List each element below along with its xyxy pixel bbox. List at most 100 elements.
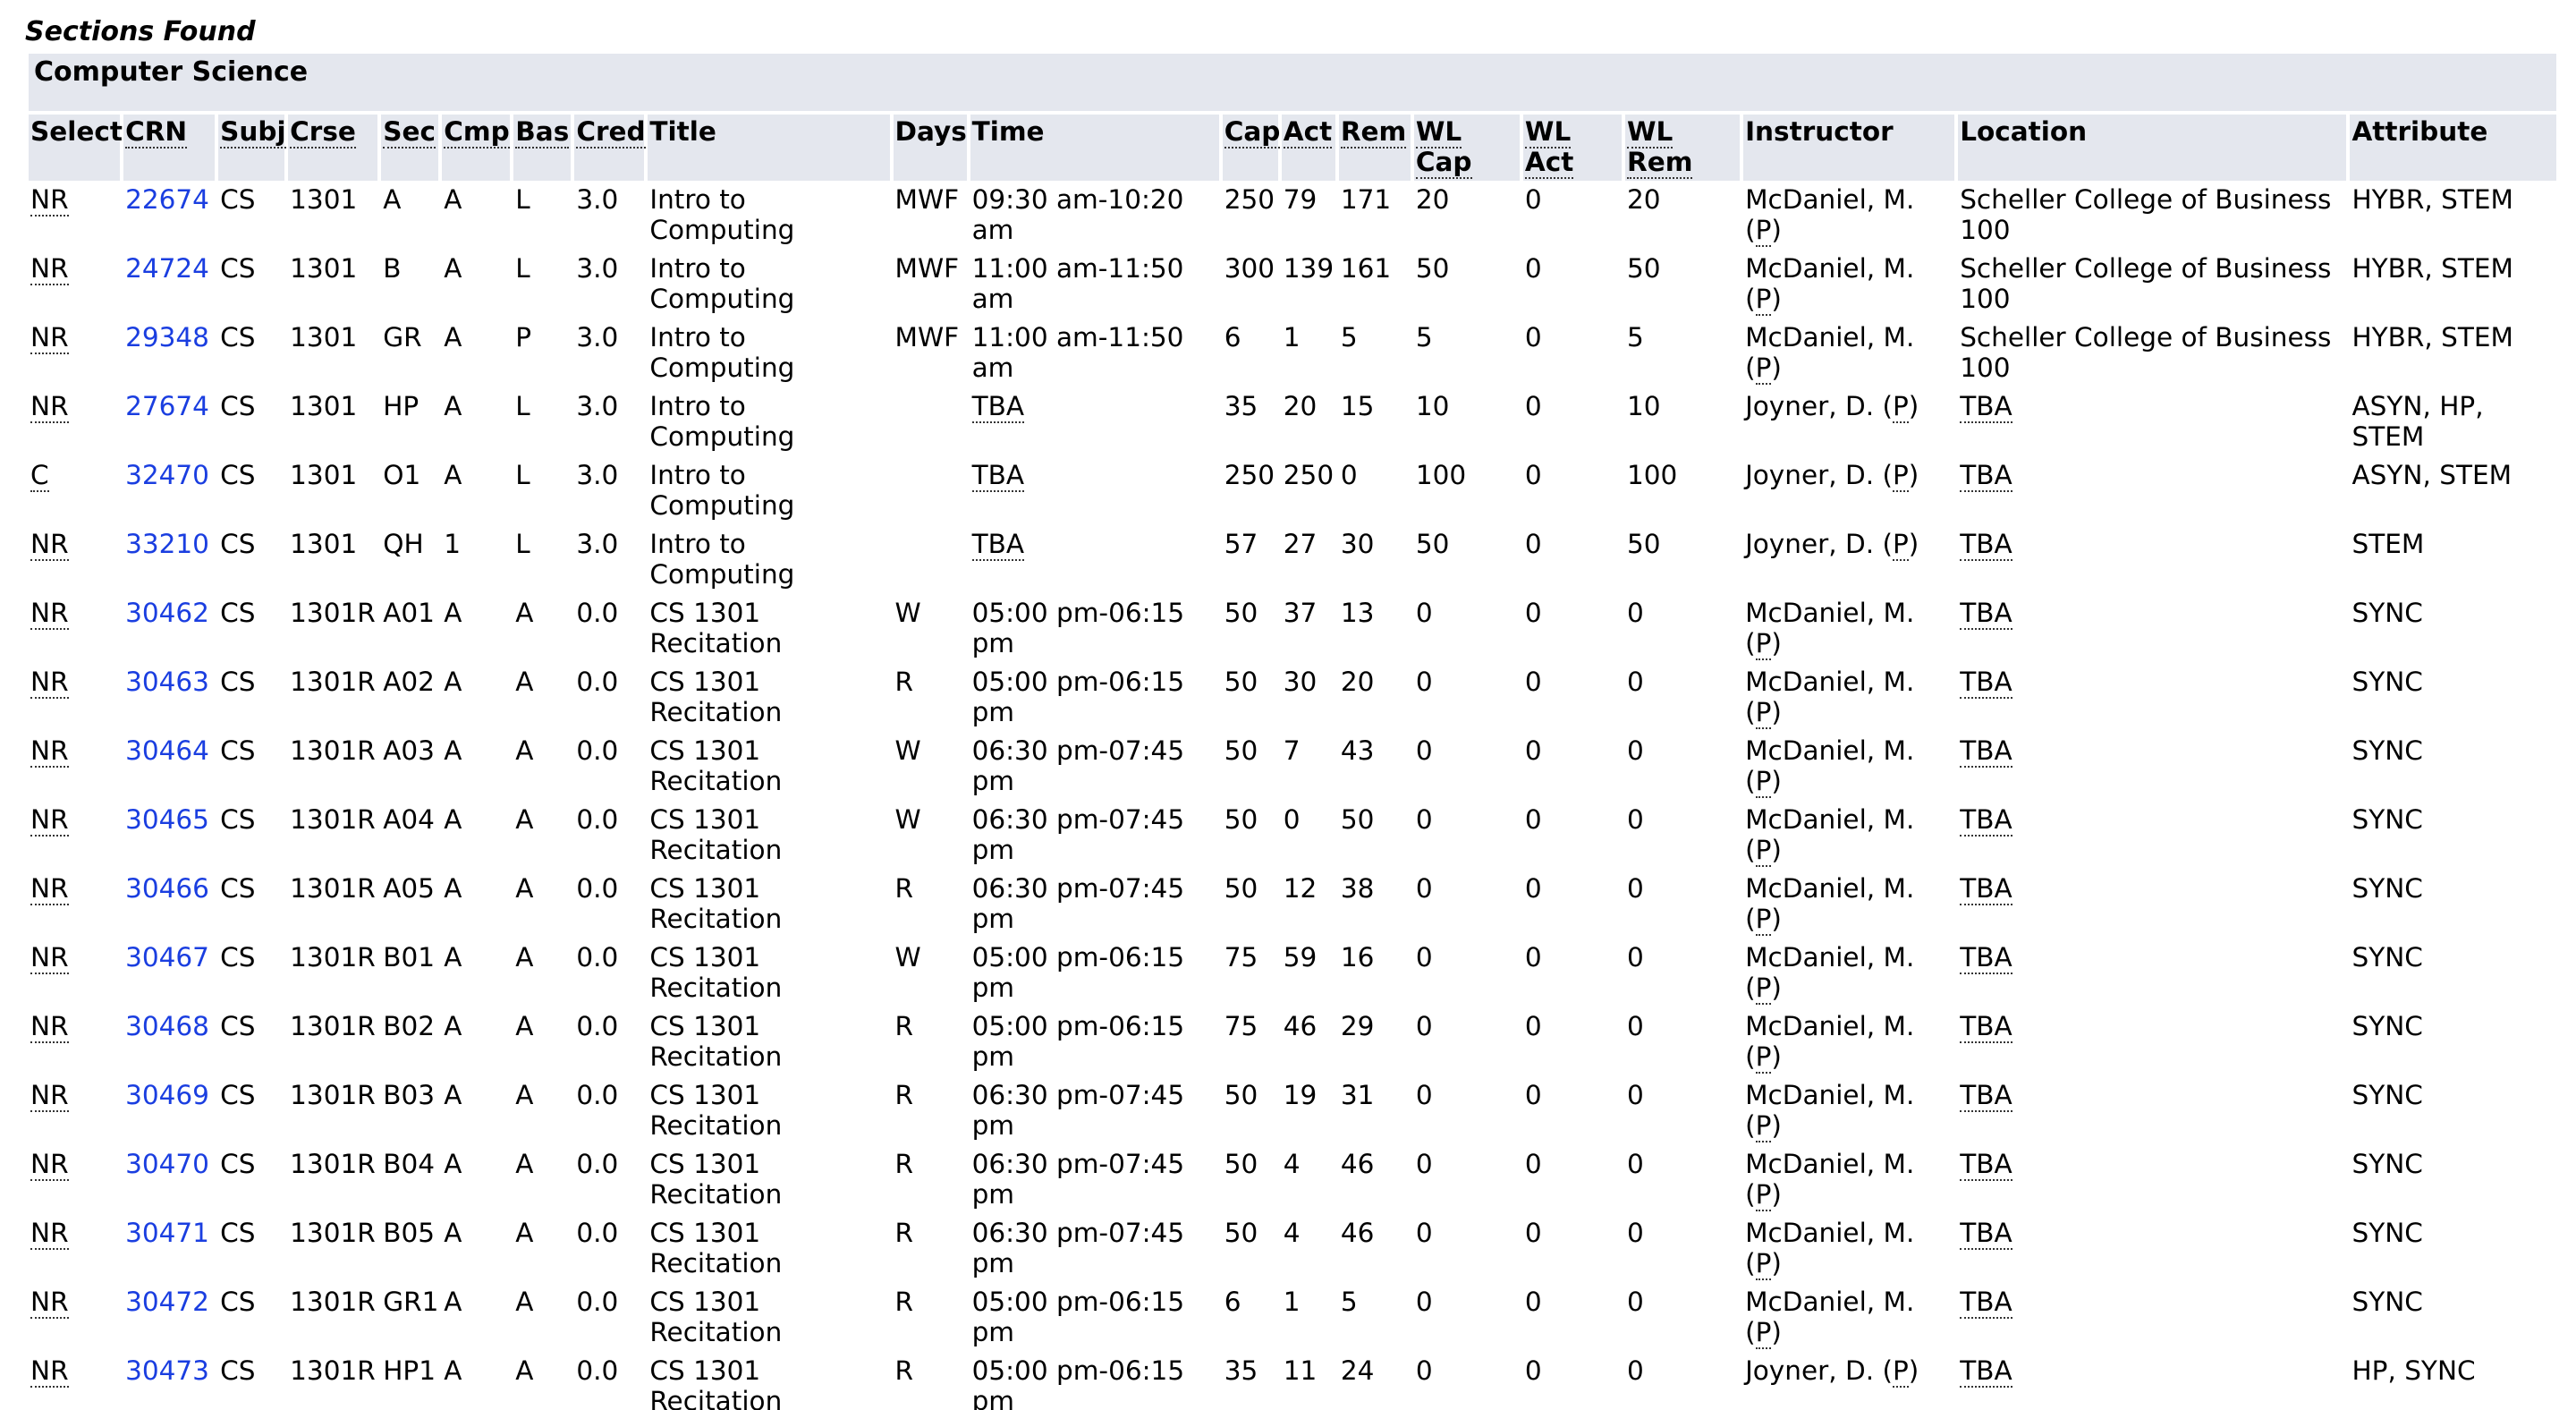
cell-instructor: McDaniel, M. (P) <box>1745 598 1915 660</box>
table-row: C 32470 CS 1301 O1 A L 3.0 Intro to Computing TBA… <box>29 460 2556 525</box>
cell-wl-act: 0 <box>1524 873 1542 904</box>
crn-link[interactable]: 30469 <box>125 1080 209 1110</box>
cell-wl-act: 0 <box>1524 735 1542 766</box>
primary-instructor-marker: P <box>1755 284 1772 316</box>
location-tba: TBA <box>1960 391 2012 423</box>
column-header-label: Cmp <box>444 116 510 149</box>
crn-link[interactable]: 33210 <box>125 529 209 559</box>
cell-crn: 30463 <box>123 667 215 732</box>
cell-crn: 30472 <box>123 1287 215 1352</box>
cell-cap: 50 <box>1224 598 1258 628</box>
table-row: NR 30466 CS 1301R A05 A A 0.0 CS 1301 Recitation… <box>29 873 2556 939</box>
crn-link[interactable]: 30470 <box>125 1149 209 1179</box>
cell-wl-rem: 0 <box>1626 1218 1644 1248</box>
cell-wl-act: 0 <box>1524 460 1542 490</box>
cell-bas: A <box>515 942 534 973</box>
crn-link[interactable]: 30468 <box>125 1011 209 1041</box>
crn-link[interactable]: 30473 <box>125 1355 209 1386</box>
cell-select: NR <box>29 804 120 870</box>
cell-crn: 30462 <box>123 598 215 663</box>
crn-link[interactable]: 30471 <box>125 1218 209 1248</box>
crn-link[interactable]: 22674 <box>125 184 209 215</box>
cell-wl-act: 0 <box>1524 184 1542 215</box>
cell-subj: CS <box>220 1287 256 1317</box>
crn-link[interactable]: 24724 <box>125 253 209 284</box>
cell-instructor: McDaniel, M. (P) <box>1745 873 1915 936</box>
cell-instructor: McDaniel, M. (P) <box>1745 1080 1915 1142</box>
primary-instructor-marker: P <box>1892 1355 1909 1388</box>
cell-attribute: ASYN, HP, STEM <box>2351 391 2484 452</box>
instructor-name: McDaniel, M. <box>1745 598 1915 628</box>
cell-title: Intro to Computing <box>649 460 795 521</box>
cell-attribute: HYBR, STEM <box>2351 253 2513 284</box>
table-row: NR 30462 CS 1301R A01 A A 0.0 CS 1301 Recitation… <box>29 598 2556 663</box>
crn-link[interactable]: 30472 <box>125 1287 209 1317</box>
cell-crn: 30465 <box>123 804 215 870</box>
column-header-label: Location <box>1960 116 2088 147</box>
cell-subj: CS <box>220 942 256 973</box>
cell-cap: 50 <box>1224 873 1258 904</box>
column-header-bas: Bas <box>513 115 572 181</box>
crn-link[interactable]: 30463 <box>125 667 209 697</box>
cell-cred: 0.0 <box>576 942 619 973</box>
cell-days: R <box>894 1287 914 1317</box>
cell-attribute: SYNC <box>2351 667 2423 697</box>
cell-attribute: SYNC <box>2351 1218 2423 1248</box>
crn-link[interactable]: 30466 <box>125 873 209 904</box>
cell-act: 139 <box>1283 253 1335 284</box>
cell-wl-act: 0 <box>1524 391 1542 421</box>
cell-crn: 32470 <box>123 460 215 525</box>
cell-location: TBA <box>1958 1011 2346 1076</box>
crn-link[interactable]: 30464 <box>125 735 209 766</box>
cell-cred: 3.0 <box>576 322 619 352</box>
crn-link[interactable]: 30465 <box>125 804 209 835</box>
cell-act: 4 <box>1283 1218 1301 1248</box>
crn-link[interactable]: 30467 <box>125 942 209 973</box>
cell-attribute: ASYN, STEM <box>2351 460 2512 490</box>
cell-sec: A03 <box>383 735 435 766</box>
crn-link[interactable]: 30462 <box>125 598 209 628</box>
location-tba: TBA <box>1960 1287 2012 1319</box>
cell-crse: 1301R <box>290 942 376 973</box>
cell-title: CS 1301 Recitation <box>649 667 783 727</box>
select-status: NR <box>30 667 69 699</box>
cell-time: 11:00 am-11:50 am <box>971 322 1184 383</box>
cell-cap: 35 <box>1224 1355 1258 1386</box>
cell-select: NR <box>29 667 120 732</box>
crn-link[interactable]: 27674 <box>125 391 209 421</box>
column-header-row: Select CRN Subj Crse Sec Cmp Bas Cred Title Days T… <box>29 115 2556 181</box>
instructor-name: McDaniel, M. <box>1745 1080 1915 1110</box>
column-header-crn: CRN <box>123 115 216 181</box>
cell-sec: A <box>383 184 402 215</box>
table-row: NR 30473 CS 1301R HP1 A A 0.0 CS 1301 Recitation… <box>29 1355 2556 1410</box>
cell-attribute: HP, SYNC <box>2351 1355 2476 1386</box>
cell-time: TBA <box>970 391 1219 456</box>
cell-cap: 50 <box>1224 1149 1258 1179</box>
cell-sec: A04 <box>383 804 435 835</box>
column-header-label: Act <box>1283 116 1333 149</box>
cell-cap: 50 <box>1224 735 1258 766</box>
crn-link[interactable]: 32470 <box>125 460 209 490</box>
cell-instructor: McDaniel, M. (P) <box>1745 1011 1915 1074</box>
cell-select: NR <box>29 1011 120 1076</box>
crn-link[interactable]: 29348 <box>125 322 209 352</box>
cell-act: 0 <box>1283 804 1301 835</box>
cell-select: NR <box>29 529 120 594</box>
cell-cred: 0.0 <box>576 804 619 835</box>
table-row: NR 24724 CS 1301 B A L 3.0 Intro to Computing MWF… <box>29 253 2556 319</box>
select-status: NR <box>30 529 69 561</box>
cell-wl-act: 0 <box>1524 1287 1542 1317</box>
cell-wl-cap: 20 <box>1415 184 1450 215</box>
select-status: NR <box>30 1287 69 1319</box>
instructor-name: McDaniel, M. <box>1745 1287 1915 1317</box>
cell-attribute: HYBR, STEM <box>2351 184 2513 215</box>
cell-title: Intro to Computing <box>649 322 795 383</box>
cell-wl-cap: 0 <box>1415 1011 1433 1041</box>
column-header-wl-act: WL Act <box>1522 115 1622 181</box>
instructor-name: McDaniel, M. <box>1745 667 1915 697</box>
cell-days: MWF <box>894 184 960 215</box>
cell-days: R <box>894 1218 914 1248</box>
cell-cred: 0.0 <box>576 667 619 697</box>
table-row: NR 30469 CS 1301R B03 A A 0.0 CS 1301 Recitation… <box>29 1080 2556 1145</box>
column-header-label: Rem <box>1340 116 1407 149</box>
